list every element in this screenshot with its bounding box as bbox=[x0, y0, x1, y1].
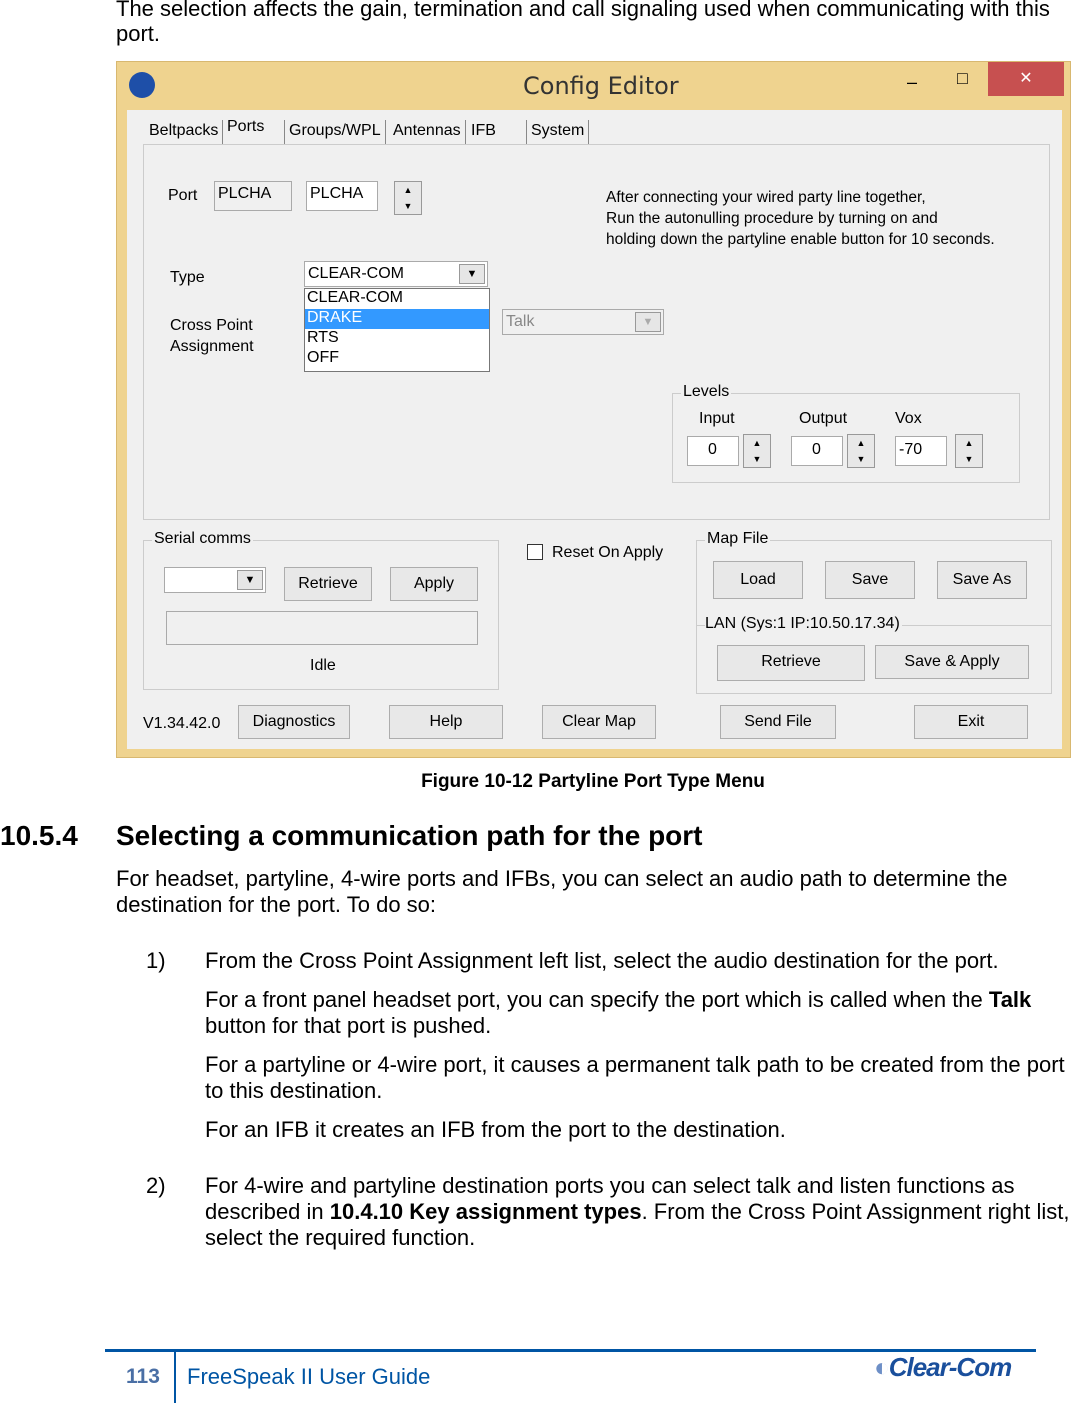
tab-ports[interactable]: Ports bbox=[223, 116, 269, 140]
reset-on-apply-label[interactable]: Reset On Apply bbox=[552, 544, 663, 562]
serial-apply-button[interactable]: Apply bbox=[390, 567, 478, 601]
step-subtext: For a front panel headset port, you can … bbox=[205, 987, 1071, 1039]
type-option[interactable]: CLEAR-COM bbox=[305, 289, 489, 309]
tab-antennas[interactable]: Antennas bbox=[389, 120, 466, 144]
help-button[interactable]: Help bbox=[389, 705, 503, 739]
text-span: button for that port is pushed. bbox=[205, 1013, 492, 1038]
bold-span: Talk bbox=[988, 987, 1032, 1012]
autonull-instructions: After connecting your wired party line t… bbox=[606, 187, 995, 250]
serial-progress-field bbox=[166, 611, 478, 645]
type-selected-value: CLEAR-COM bbox=[308, 265, 405, 282]
footer-divider bbox=[174, 1350, 176, 1403]
cross-point-label-line: Cross Point bbox=[170, 317, 253, 334]
load-button[interactable]: Load bbox=[713, 561, 803, 599]
intro-text: The selection affects the gain, terminat… bbox=[116, 0, 1050, 46]
section-intro: For headset, partyline, 4-wire ports and… bbox=[116, 866, 1008, 917]
reset-on-apply-checkbox[interactable] bbox=[527, 544, 543, 560]
version-label: V1.34.42.0 bbox=[143, 715, 221, 732]
cross-point-right-value: Talk bbox=[506, 313, 535, 330]
logo-text: Clear-Com bbox=[888, 1352, 1012, 1382]
minimize-button[interactable]: – bbox=[907, 72, 917, 93]
instruction-line: After connecting your wired party line t… bbox=[606, 189, 926, 206]
save-as-button[interactable]: Save As bbox=[937, 561, 1027, 599]
type-dropdown[interactable]: CLEAR-COM ▼ bbox=[304, 261, 488, 287]
step-subtext: For an IFB it creates an IFB from the po… bbox=[205, 1117, 786, 1142]
figure-caption: Figure 10-12 Partyline Port Type Menu bbox=[421, 771, 765, 792]
serial-status: Idle bbox=[310, 657, 336, 674]
output-level-spinner[interactable]: ▲ ▼ bbox=[847, 434, 875, 468]
tab-system[interactable]: System bbox=[527, 120, 590, 144]
step-number: 2) bbox=[146, 1173, 166, 1198]
section-title: Selecting a communication path for the p… bbox=[116, 820, 703, 851]
close-button[interactable]: ✕ bbox=[988, 62, 1064, 96]
levels-group: Levels Input Output Vox 0 ▲ ▼ 0 ▲ ▼ -70 ▲ ▼ bbox=[672, 383, 1020, 483]
step-text: For 4-wire and partyline destination por… bbox=[205, 1173, 1071, 1251]
exit-button[interactable]: Exit bbox=[914, 705, 1028, 739]
cross-point-right-dropdown: Talk ▼ bbox=[502, 309, 664, 335]
output-level-field[interactable]: 0 bbox=[791, 436, 843, 466]
step-number: 1) bbox=[146, 948, 166, 973]
port-name-field[interactable]: PLCHA bbox=[306, 181, 378, 211]
chevron-down-icon: ▼ bbox=[635, 312, 661, 332]
input-level-spinner[interactable]: ▲ ▼ bbox=[743, 434, 771, 468]
port-name-readonly: PLCHA bbox=[214, 181, 292, 211]
vox-level-field[interactable]: -70 bbox=[895, 436, 947, 466]
map-file-group: Map File Load Save Save As LAN (Sys:1 IP… bbox=[696, 530, 1052, 694]
lan-retrieve-button[interactable]: Retrieve bbox=[717, 645, 865, 681]
levels-title: Levels bbox=[681, 383, 732, 401]
lan-info: LAN (Sys:1 IP:10.50.17.34) bbox=[705, 615, 902, 633]
save-button[interactable]: Save bbox=[825, 561, 915, 599]
map-file-title: Map File bbox=[705, 530, 771, 548]
tab-groups-wpl[interactable]: Groups/WPL bbox=[284, 120, 386, 144]
port-spinner[interactable]: ▲ ▼ bbox=[394, 181, 422, 215]
window-title: Config Editor bbox=[523, 72, 679, 100]
type-option-highlighted[interactable]: DRAKE bbox=[305, 309, 489, 329]
ports-tab-panel: Port PLCHA PLCHA ▲ ▼ After connecting you… bbox=[143, 144, 1050, 520]
config-editor-window: Config Editor – □ ✕ Beltpacks Ports Grou… bbox=[116, 61, 1071, 758]
step-text: From the Cross Point Assignment left lis… bbox=[205, 948, 999, 973]
tab-ifb[interactable]: IFB bbox=[467, 120, 527, 144]
type-option[interactable]: OFF bbox=[305, 349, 489, 369]
cross-point-label: Cross Point Assignment bbox=[170, 315, 254, 357]
input-level-field[interactable]: 0 bbox=[687, 436, 739, 466]
section-number: 10.5.4 bbox=[0, 820, 78, 851]
serial-comms-group: Serial comms ▼ Retrieve Apply Idle bbox=[143, 530, 499, 690]
app-logo-icon bbox=[129, 72, 155, 98]
input-label: Input bbox=[699, 410, 735, 427]
footer-title: FreeSpeak II User Guide bbox=[187, 1364, 431, 1389]
chevron-down-icon[interactable]: ▼ bbox=[459, 264, 485, 284]
vox-label: Vox bbox=[895, 410, 922, 427]
save-apply-button[interactable]: Save & Apply bbox=[875, 645, 1029, 679]
send-file-button[interactable]: Send File bbox=[720, 705, 836, 739]
serial-port-dropdown[interactable]: ▼ bbox=[164, 567, 266, 593]
clear-com-logo: ◐Clear-Com bbox=[874, 1352, 1012, 1383]
type-options-list: CLEAR-COM DRAKE RTS OFF bbox=[304, 288, 490, 372]
page-number: 113 bbox=[126, 1365, 160, 1388]
serial-comms-title: Serial comms bbox=[152, 530, 253, 548]
instruction-line: holding down the partyline enable button… bbox=[606, 231, 995, 248]
step-subtext: For a partyline or 4-wire port, it cause… bbox=[205, 1052, 1065, 1103]
port-label: Port bbox=[168, 187, 198, 204]
instruction-line: Run the autonulling procedure by turning… bbox=[606, 210, 938, 227]
clear-map-button[interactable]: Clear Map bbox=[542, 705, 656, 739]
serial-retrieve-button[interactable]: Retrieve bbox=[284, 567, 372, 601]
cross-point-label-line: Assignment bbox=[170, 338, 254, 355]
tab-beltpacks[interactable]: Beltpacks bbox=[145, 120, 224, 144]
type-option[interactable]: RTS bbox=[305, 329, 489, 349]
cross-reference-link[interactable]: 10.4.10 Key assignment types bbox=[330, 1199, 642, 1224]
logo-mark-icon: ◐ bbox=[874, 1352, 890, 1382]
maximize-button[interactable]: □ bbox=[957, 68, 968, 89]
diagnostics-button[interactable]: Diagnostics bbox=[238, 705, 350, 739]
text-span: For a front panel headset port, you can … bbox=[205, 987, 989, 1012]
document-page: The selection affects the gain, terminat… bbox=[0, 0, 1071, 1403]
output-label: Output bbox=[799, 410, 848, 427]
chevron-down-icon[interactable]: ▼ bbox=[237, 570, 263, 590]
client-area: Beltpacks Ports Groups/WPL Antennas IFB … bbox=[127, 110, 1062, 749]
vox-level-spinner[interactable]: ▲ ▼ bbox=[955, 434, 983, 468]
type-label: Type bbox=[170, 269, 205, 286]
